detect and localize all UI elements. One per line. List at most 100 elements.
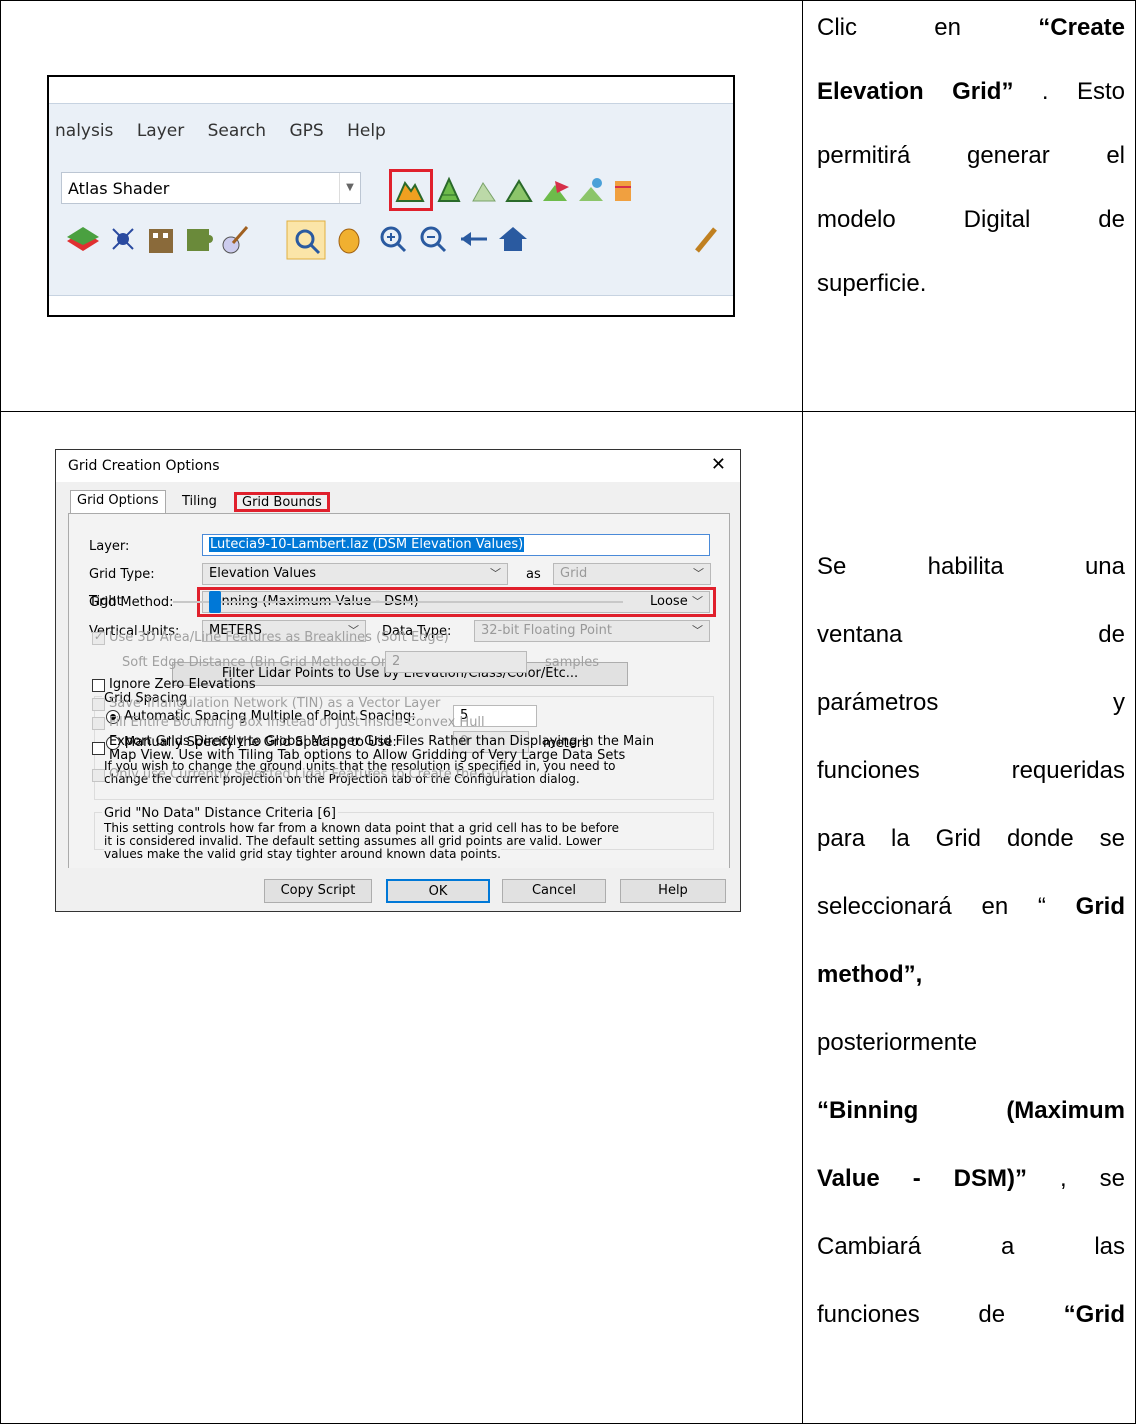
pan-hand-icon[interactable] bbox=[338, 228, 360, 254]
description-word: habilita bbox=[927, 553, 1004, 580]
description-word: method”, bbox=[817, 961, 923, 988]
description-word: seleccionará en “ bbox=[817, 893, 1046, 920]
shader-combo-value: Atlas Shader bbox=[68, 179, 170, 198]
cancel-button[interactable]: Cancel bbox=[502, 879, 606, 903]
help-button[interactable]: Help bbox=[620, 879, 726, 903]
menu-search[interactable]: Search bbox=[208, 121, 266, 141]
description-word: de bbox=[978, 1301, 1006, 1328]
description-word: “Create bbox=[1038, 14, 1126, 41]
only-selected-checkbox[interactable] bbox=[92, 769, 105, 782]
save-tin-checkbox[interactable] bbox=[92, 698, 105, 711]
puzzle-icon[interactable] bbox=[187, 229, 213, 251]
loose-label: Loose bbox=[650, 594, 688, 609]
description-line: ventana de bbox=[817, 621, 1125, 649]
description-line: posteriormente bbox=[817, 1029, 1125, 1057]
only-selected-label: Only use Currently Selected Lidar Featur… bbox=[109, 767, 509, 782]
create-elevation-grid-highlight bbox=[389, 169, 433, 211]
paint-icon[interactable] bbox=[222, 226, 249, 254]
description-word: (Maximum bbox=[1006, 1097, 1125, 1124]
description-word: Cambiará bbox=[817, 1233, 922, 1260]
terrain-icon-3[interactable] bbox=[472, 182, 496, 202]
export-label-1: Export Grids Directly to Global Mapper G… bbox=[109, 734, 655, 749]
description-word: Elevation Grid” bbox=[817, 78, 1014, 105]
terrain-icon-2[interactable] bbox=[437, 176, 461, 202]
dialog-titlebar: Grid Creation Options ✕ bbox=[56, 450, 740, 482]
ignore-zero-label: Ignore Zero Elevations bbox=[109, 677, 256, 692]
description-word: de bbox=[1098, 206, 1125, 233]
description-word: ventana bbox=[817, 621, 903, 648]
dialog-title: Grid Creation Options bbox=[68, 458, 220, 474]
menu-help[interactable]: Help bbox=[347, 121, 386, 141]
fill-bbox-checkbox[interactable] bbox=[92, 717, 105, 730]
description-word: a bbox=[1001, 1233, 1015, 1260]
menu-gps[interactable]: GPS bbox=[289, 121, 323, 141]
tools-toolbar bbox=[67, 220, 717, 260]
soft-edge-input[interactable]: 2 bbox=[385, 651, 527, 673]
description-line: permitirá generar el bbox=[817, 142, 1125, 170]
description-word: las bbox=[1094, 1233, 1125, 1260]
description-line: “Binning (Maximum bbox=[817, 1097, 1125, 1125]
fill-bbox-label: Fill Entire Bounding Box Instead of Just… bbox=[109, 715, 485, 730]
menubar: nalysis Layer Search GPS Help bbox=[55, 121, 404, 141]
description-line: Cambiará a las bbox=[817, 1233, 1125, 1261]
dialog-content-overlay: Tight Loose ✓ Use 3D Area/Line Features … bbox=[67, 512, 729, 868]
close-icon[interactable]: ✕ bbox=[711, 454, 726, 475]
terrain-icon-4[interactable] bbox=[505, 179, 533, 202]
menu-layer[interactable]: Layer bbox=[137, 121, 184, 141]
description-word: Grid bbox=[1075, 893, 1126, 920]
description-line: Clic en “Create bbox=[817, 14, 1125, 42]
terrain-icon-5[interactable] bbox=[543, 181, 569, 201]
description-word: funciones bbox=[817, 1301, 920, 1328]
back-arrow-icon[interactable] bbox=[461, 232, 487, 246]
zoom-in-icon[interactable] bbox=[380, 226, 407, 253]
description-word: Value - DSM)” bbox=[817, 1165, 1027, 1192]
description-word: superficie. bbox=[817, 270, 927, 297]
zoom-tool-icon[interactable] bbox=[286, 220, 326, 260]
soft-edge-label: Soft Edge Distance (Bin Grid Methods Onl… bbox=[122, 655, 410, 670]
description-word: funciones bbox=[817, 757, 920, 784]
description-word: para la Grid donde se bbox=[817, 825, 1125, 852]
description-word: . Esto bbox=[1041, 78, 1126, 105]
export-label-2: Map View. Use with Tiling Tab options to… bbox=[109, 748, 626, 763]
description-word: “Grid bbox=[1063, 1301, 1126, 1328]
description-line: funciones requeridas bbox=[817, 757, 1125, 785]
use3d-label: Use 3D Area/Line Features as Breaklines … bbox=[109, 630, 449, 645]
description-word: Clic bbox=[817, 14, 857, 41]
tight-label: Tight bbox=[89, 594, 122, 609]
building-icon[interactable] bbox=[149, 229, 173, 253]
tab-tiling[interactable]: Tiling bbox=[176, 492, 223, 512]
description-line: superficie. bbox=[817, 270, 1125, 298]
nodata-slider-thumb[interactable] bbox=[209, 591, 221, 613]
pencil-icon[interactable] bbox=[695, 227, 717, 253]
description-word: requeridas bbox=[1011, 757, 1125, 784]
digitizer-icon[interactable] bbox=[112, 228, 134, 250]
description-line: Se habilita una bbox=[817, 553, 1125, 581]
slider-track bbox=[173, 601, 623, 603]
description-word: , se bbox=[1060, 1165, 1126, 1192]
column-divider bbox=[802, 0, 803, 1424]
ignore-zero-checkbox[interactable] bbox=[92, 679, 105, 692]
description-word: permitirá bbox=[817, 142, 911, 169]
export-grids-checkbox[interactable] bbox=[92, 742, 105, 755]
description-line: Elevation Grid” . Esto bbox=[817, 78, 1125, 106]
menu-analysis[interactable]: nalysis bbox=[55, 121, 113, 141]
description-word: en bbox=[934, 14, 961, 41]
layers-icon[interactable] bbox=[67, 227, 99, 251]
description-line: funciones de “Grid bbox=[817, 1301, 1125, 1329]
copy-script-button[interactable]: Copy Script bbox=[264, 879, 372, 903]
zoom-out-icon[interactable] bbox=[420, 226, 447, 253]
row-divider bbox=[0, 411, 1136, 412]
chevron-down-icon: ▼ bbox=[339, 173, 360, 203]
water-terrain-icon[interactable] bbox=[579, 178, 603, 201]
description-word: el bbox=[1106, 142, 1125, 169]
shader-combo[interactable]: Atlas Shader ▼ bbox=[61, 172, 361, 204]
description-word: Se bbox=[817, 553, 847, 580]
description-line: parámetros y bbox=[817, 689, 1125, 717]
profile-icon[interactable] bbox=[615, 181, 631, 201]
description-word: modelo bbox=[817, 206, 896, 233]
ok-button[interactable]: OK bbox=[386, 879, 490, 903]
tab-grid-options[interactable]: Grid Options bbox=[70, 490, 166, 514]
use3d-checkbox[interactable]: ✓ bbox=[92, 630, 105, 645]
home-icon[interactable] bbox=[499, 227, 527, 251]
tab-grid-bounds[interactable]: Grid Bounds bbox=[234, 492, 330, 512]
